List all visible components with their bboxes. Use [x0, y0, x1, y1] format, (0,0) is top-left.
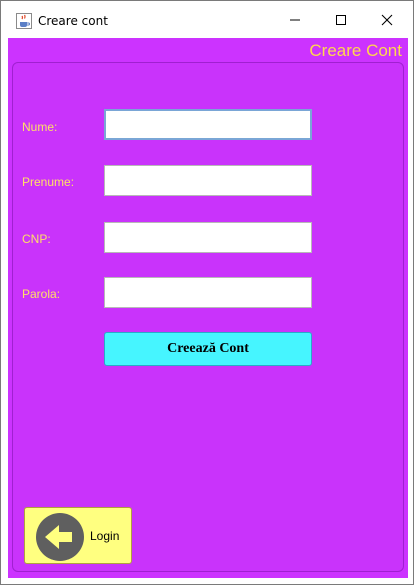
minimize-button[interactable]	[272, 1, 318, 38]
cnp-label: CNP:	[22, 232, 51, 246]
prenume-label: Prenume:	[22, 175, 75, 189]
maximize-button[interactable]	[318, 1, 364, 38]
parola-input[interactable]	[104, 277, 312, 308]
window-title: Creare cont	[38, 14, 108, 28]
parola-label: Parola:	[22, 287, 61, 301]
prenume-input[interactable]	[104, 165, 312, 196]
create-account-button[interactable]: Creează Cont	[104, 332, 312, 366]
header-title: Creare Cont	[309, 41, 402, 60]
nume-input[interactable]	[104, 109, 312, 140]
close-button[interactable]	[364, 1, 410, 38]
close-icon	[381, 14, 393, 25]
back-arrow-icon	[36, 513, 84, 561]
minimize-icon	[290, 19, 300, 20]
login-button[interactable]: Login	[24, 507, 132, 564]
nume-label: Nume:	[22, 120, 58, 134]
maximize-icon	[336, 14, 346, 25]
title-bar[interactable]: Creare cont	[1, 1, 413, 38]
cnp-input[interactable]	[104, 222, 312, 253]
java-cup-icon	[16, 13, 32, 29]
content-area: Creare Cont Nume: Prenume: CNP: Parola: …	[8, 38, 408, 578]
app-window: Creare cont Creare Cont Nume: Prenume: C…	[0, 0, 414, 585]
login-label: Login	[90, 529, 120, 543]
form-panel: Nume: Prenume: CNP: Parola: Creează Cont…	[12, 62, 404, 572]
